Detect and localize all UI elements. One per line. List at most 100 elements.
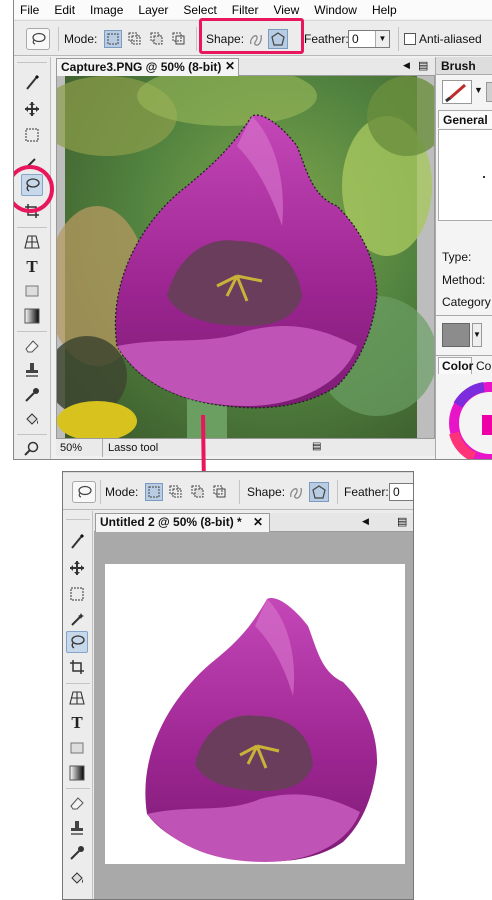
tool-gradient[interactable] — [66, 762, 88, 784]
mode-new-selection-button[interactable] — [104, 30, 122, 48]
tool-eraser[interactable] — [66, 792, 88, 814]
paint-bucket-icon — [26, 413, 38, 425]
menu-file[interactable]: File — [20, 3, 39, 17]
tool-brush[interactable] — [21, 72, 43, 94]
crop-icon — [70, 660, 84, 674]
menu-view[interactable]: View — [273, 3, 299, 17]
general-tab[interactable]: General — [438, 110, 492, 128]
brush-preset-button[interactable] — [442, 80, 472, 104]
tool-gradient[interactable] — [21, 305, 43, 327]
tool-zoom[interactable] — [21, 438, 43, 459]
tool-eyedropper[interactable] — [21, 384, 43, 406]
chevron-down-icon[interactable]: ▼ — [375, 31, 389, 47]
tool-eraser[interactable] — [21, 335, 43, 357]
tool-shape[interactable] — [21, 280, 43, 302]
tool-preset-picker[interactable] — [72, 481, 96, 503]
mode-add-button[interactable] — [126, 30, 144, 48]
separator — [337, 480, 338, 504]
antialias-checkbox[interactable] — [404, 33, 416, 45]
mode-subtract-button[interactable] — [189, 483, 207, 501]
mode-intersect-button[interactable] — [170, 30, 188, 48]
separator — [17, 227, 47, 228]
intersect-selection-icon — [213, 485, 226, 498]
tool-perspective[interactable] — [66, 687, 88, 709]
tool-clone-stamp[interactable] — [21, 359, 43, 381]
chevron-left-icon[interactable]: ◀ — [362, 516, 369, 527]
tool-paint-bucket[interactable] — [21, 408, 43, 430]
separator — [239, 480, 240, 504]
tool-marquee[interactable] — [21, 124, 43, 146]
mode-add-button[interactable] — [167, 483, 185, 501]
panel-menu-icon[interactable]: ▤ — [418, 59, 428, 72]
status-menu-icon[interactable]: ▤ — [312, 441, 321, 452]
category-label: Category — [442, 295, 491, 309]
bottom-screenshot: Mode: Shape: Feather: 0 T ◀ ▤ Untitled 2… — [62, 471, 414, 900]
document-tab[interactable]: Capture3.PNG @ 50% (8-bit) — [56, 58, 239, 76]
feather-field[interactable]: 0 ▼ — [348, 30, 390, 48]
subtract-selection-icon — [150, 32, 163, 45]
tool-move[interactable] — [66, 557, 88, 579]
mode-label: Mode: — [105, 485, 139, 499]
chevron-left-icon[interactable]: ◀ — [403, 60, 410, 71]
separator — [196, 27, 197, 51]
zoom-icon — [24, 441, 39, 456]
canvas-area[interactable] — [94, 532, 413, 899]
tool-perspective[interactable] — [21, 231, 43, 253]
menu-help[interactable]: Help — [372, 3, 397, 17]
tool-eyedropper[interactable] — [66, 842, 88, 864]
stamp-icon — [26, 363, 38, 377]
separator — [398, 27, 399, 51]
add-selection-icon — [128, 32, 141, 45]
tool-shape[interactable] — [66, 737, 88, 759]
perspective-icon — [24, 235, 40, 249]
color-wheel[interactable] — [444, 375, 492, 460]
type-label: Type: — [442, 250, 472, 264]
move-icon — [25, 102, 39, 116]
brush-tab[interactable]: Brush — [441, 59, 476, 73]
mode-new-selection-button[interactable] — [145, 483, 163, 501]
shape-freehand-button[interactable] — [286, 482, 306, 502]
new-selection-icon — [148, 486, 160, 498]
menu-image[interactable]: Image — [90, 3, 123, 17]
close-icon[interactable]: ✕ — [225, 59, 235, 73]
menu-select[interactable]: Select — [183, 3, 216, 17]
separator — [58, 27, 59, 51]
menu-edit[interactable]: Edit — [54, 3, 75, 17]
tool-marquee[interactable] — [66, 583, 88, 605]
color-tab-2[interactable]: Co — [476, 359, 491, 373]
close-icon[interactable]: ✕ — [253, 515, 263, 529]
separator — [17, 331, 47, 332]
freehand-lasso-icon — [290, 487, 302, 499]
tool-clone-stamp[interactable] — [66, 817, 88, 839]
chevron-down-icon[interactable]: ▼ — [474, 85, 483, 95]
canvas-area[interactable] — [56, 76, 435, 438]
mode-intersect-button[interactable] — [211, 483, 229, 501]
general-tab-label: General — [443, 113, 488, 127]
menu-layer[interactable]: Layer — [138, 3, 168, 17]
tool-paint-bucket[interactable] — [66, 867, 88, 889]
panel-menu-icon[interactable]: ▤ — [397, 515, 407, 528]
tool-brush[interactable] — [66, 531, 88, 553]
brush-icon — [71, 534, 85, 549]
tool-move[interactable] — [21, 98, 43, 120]
tool-crop[interactable] — [66, 656, 88, 678]
menu-filter[interactable]: Filter — [232, 3, 259, 17]
eraser-icon — [70, 797, 84, 810]
color-tab[interactable]: Color — [438, 357, 473, 374]
feather-label: Feather: — [344, 485, 389, 499]
tool-text[interactable]: T — [21, 256, 43, 278]
texture-swatch[interactable] — [442, 323, 470, 347]
menu-window[interactable]: Window — [314, 3, 357, 17]
tool-magic-wand[interactable] — [66, 608, 88, 630]
document-tab[interactable]: Untitled 2 @ 50% (8-bit) * — [95, 513, 270, 532]
shape-polygon-button[interactable] — [309, 482, 329, 502]
chevron-down-icon[interactable]: ▼ — [472, 323, 482, 347]
tool-text[interactable]: T — [66, 712, 88, 734]
zoom-level[interactable]: 50% — [60, 442, 82, 454]
mode-subtract-button[interactable] — [148, 30, 166, 48]
feather-field[interactable]: 0 — [389, 483, 413, 501]
toolbox: T — [63, 511, 93, 899]
panel-side-button[interactable] — [486, 82, 492, 102]
tool-lasso[interactable] — [66, 631, 88, 653]
tool-preset-picker[interactable] — [26, 28, 50, 50]
